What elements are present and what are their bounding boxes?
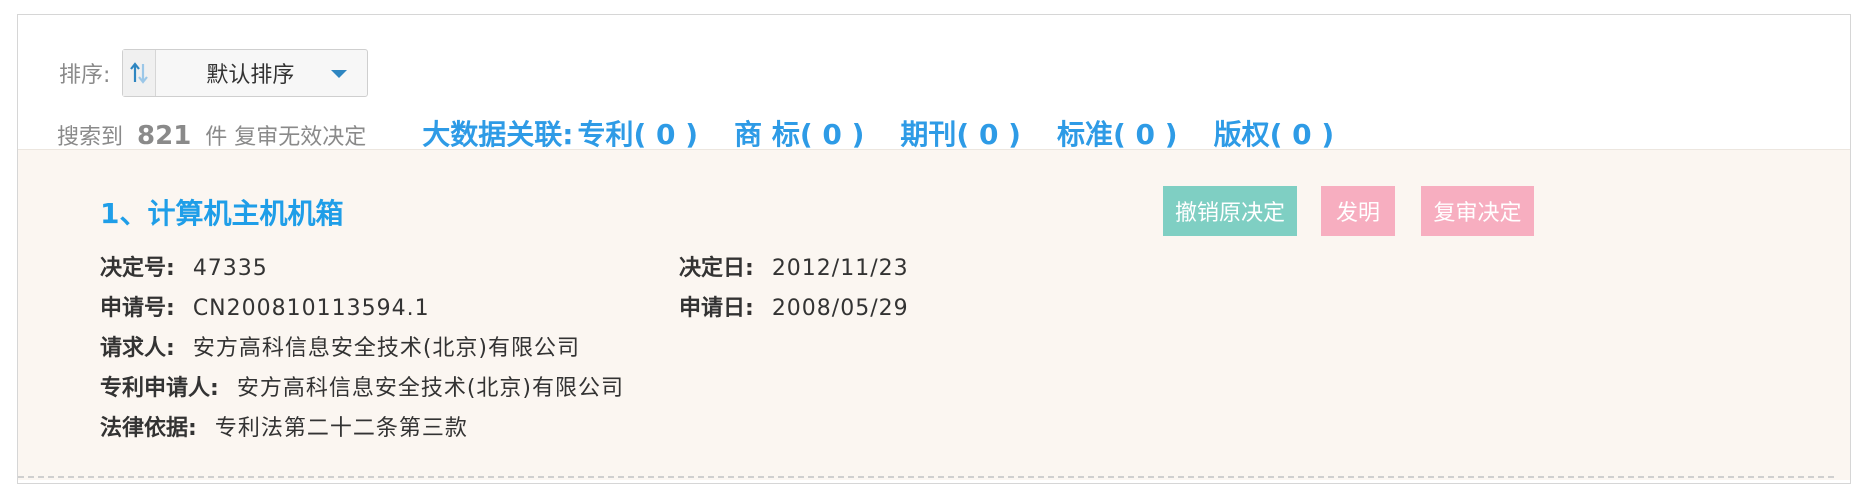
invention-tag-button[interactable]: 发明 xyxy=(1321,186,1395,236)
decision-date-label: 决定日: xyxy=(679,256,754,281)
application-date-field: 申请日: 2008/05/29 xyxy=(679,290,909,322)
bigdata-link-trademark[interactable]: 商 标( 0 ) xyxy=(734,113,864,153)
result-title-link[interactable]: 1、计算机主机机箱 xyxy=(100,192,343,232)
bigdata-link-journal[interactable]: 期刊( 0 ) xyxy=(900,113,1021,153)
decision-number-label: 决定号: xyxy=(100,256,175,281)
application-date-label: 申请日: xyxy=(679,296,754,321)
bigdata-link-copyright[interactable]: 版权( 0 ) xyxy=(1214,113,1335,153)
sort-dropdown[interactable]: 默认排序 xyxy=(122,49,369,97)
bigdata-link-standard[interactable]: 标准( 0 ) xyxy=(1057,113,1178,153)
sort-bar: 排序: 默认排序 xyxy=(59,49,369,97)
patent-applicant-field: 专利申请人: 安方高科信息安全技术(北京)有限公司 xyxy=(100,370,624,402)
sort-selected-value: 默认排序 xyxy=(206,63,295,88)
reexam-decision-button[interactable]: 复审决定 xyxy=(1421,186,1534,236)
application-number-field: 申请号: CN200810113594.1 xyxy=(100,290,430,322)
bigdata-label: 大数据关联: xyxy=(422,118,574,151)
decision-date-value: 2012/11/23 xyxy=(771,256,909,281)
result-count-suffix: 件 复审无效决定 xyxy=(205,125,367,150)
application-number-value: CN200810113594.1 xyxy=(192,296,430,321)
legal-basis-field: 法律依据: 专利法第二十二条第三款 xyxy=(100,410,468,442)
revoke-decision-button[interactable]: 撤销原决定 xyxy=(1163,186,1297,236)
result-count: 821 xyxy=(137,121,192,151)
legal-basis-label: 法律依据: xyxy=(100,416,197,441)
patent-applicant-value: 安方高科信息安全技术(北京)有限公司 xyxy=(236,376,624,401)
requester-value: 安方高科信息安全技术(北京)有限公司 xyxy=(192,336,580,361)
decision-number-field: 决定号: 47335 xyxy=(100,250,268,282)
sort-order-icon[interactable] xyxy=(123,50,157,96)
patent-applicant-label: 专利申请人: xyxy=(100,376,219,401)
result-item: 1、计算机主机机箱 撤销原决定 发明 复审决定 决定号: 47335 决定日: 20… xyxy=(18,149,1850,480)
application-number-label: 申请号: xyxy=(100,296,175,321)
requester-label: 请求人: xyxy=(100,336,175,361)
sort-label: 排序: xyxy=(59,63,111,88)
decision-number-value: 47335 xyxy=(192,256,268,281)
result-count-prefix: 搜索到 xyxy=(57,125,124,150)
search-summary: 搜索到 821 件 复审无效决定 大数据关联: 专利( 0 ) 商 标( 0 )… xyxy=(57,113,1334,153)
legal-basis-value: 专利法第二十二条第三款 xyxy=(214,416,468,441)
decision-date-field: 决定日: 2012/11/23 xyxy=(679,250,909,282)
results-panel: 排序: 默认排序 搜索到 821 件 复审无效决定 大数据关联: 专利( 0 )… xyxy=(17,14,1851,484)
requester-field: 请求人: 安方高科信息安全技术(北京)有限公司 xyxy=(100,330,580,362)
bigdata-link-patent[interactable]: 专利( 0 ) xyxy=(578,113,699,153)
application-date-value: 2008/05/29 xyxy=(771,296,909,321)
chevron-down-icon xyxy=(331,70,348,78)
